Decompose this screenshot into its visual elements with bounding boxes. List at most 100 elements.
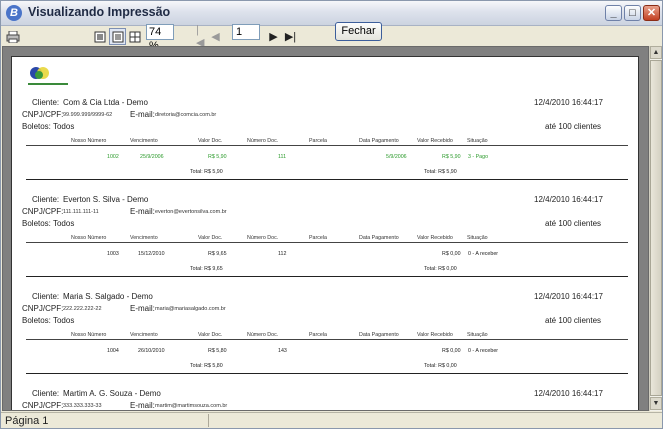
scroll-up-icon: ▲: [652, 49, 660, 56]
numero-doc-cell: 111: [278, 154, 287, 160]
col-header: Vencimento: [130, 138, 158, 144]
col-header: Nosso Número: [71, 332, 107, 338]
page-number-input[interactable]: 1: [232, 24, 260, 40]
scroll-down-icon: ▼: [652, 400, 660, 407]
scroll-up-button[interactable]: ▲: [650, 46, 662, 59]
title-bar[interactable]: B Visualizando Impressão _ □ ✕: [1, 1, 662, 26]
col-header: Valor Doc.: [198, 235, 223, 241]
previous-page-icon: ◀: [211, 31, 220, 43]
zoom-input[interactable]: 74 %: [146, 24, 174, 52]
one-page-view-button[interactable]: [93, 28, 107, 45]
close-icon: ✕: [646, 7, 657, 19]
status-divider: [208, 414, 209, 427]
cpf-value: 222.222.222-22: [63, 306, 102, 312]
status-page: Página 1: [5, 415, 49, 427]
minimize-button[interactable]: _: [605, 5, 622, 21]
cpf-value: 333.333.333-33: [63, 403, 102, 409]
boletos-filter: Boletos: Todos: [22, 122, 75, 131]
vencimento-cell: 25/9/2006: [140, 154, 164, 160]
nosso-numero-cell: 1002: [107, 154, 119, 160]
numero-doc-cell: 143: [278, 348, 287, 354]
client-block: Cliente: Martim A. G. Souza - Demo 12/4/…: [12, 389, 638, 410]
email-label: E-mail:: [130, 401, 155, 410]
client-block: Cliente: Com & Cia Ltda - Demo 12/4/2010…: [12, 98, 638, 195]
total-recebido: Total: R$ 5,90: [424, 169, 457, 175]
report-page: Cliente: Com & Cia Ltda - Demo 12/4/2010…: [11, 56, 639, 410]
report-datetime: 12/4/2010 16:44:17: [534, 98, 603, 107]
client-block: Cliente: Maria S. Salgado - Demo 12/4/20…: [12, 292, 638, 389]
single-page-icon: [94, 31, 106, 42]
total-doc: Total: R$ 9,65: [190, 266, 223, 272]
col-header: Situação: [467, 235, 488, 241]
multi-page-icon: [129, 31, 141, 42]
client-name: Everton S. Silva - Demo: [63, 195, 149, 204]
col-header: Parcela: [309, 138, 327, 144]
valor-recebido-cell: R$ 0,00: [442, 251, 461, 257]
col-header: Valor Recebido: [417, 138, 453, 144]
client-name: Com & Cia Ltda - Demo: [63, 98, 148, 107]
valor-recebido-cell: R$ 0,00: [442, 348, 461, 354]
col-header: Número Doc.: [247, 235, 279, 241]
valor-recebido-cell: R$ 5,90: [442, 154, 461, 160]
page-width-view-button[interactable]: [109, 28, 126, 45]
status-bar: Página 1: [1, 412, 662, 428]
total-doc: Total: R$ 5,90: [190, 169, 223, 175]
valor-doc-cell: R$ 9,65: [208, 251, 227, 257]
previous-page-button[interactable]: ◀: [211, 28, 220, 45]
multi-page-view-button[interactable]: [128, 28, 142, 45]
client-name: Maria S. Salgado - Demo: [63, 292, 153, 301]
col-header: Número Doc.: [247, 138, 279, 144]
first-page-button[interactable]: |◀: [196, 24, 206, 49]
email-value: everton@evertonsilva.com.br: [155, 209, 227, 215]
email-value: maria@mariasalgado.com.br: [155, 306, 226, 312]
preview-viewport[interactable]: Cliente: Com & Cia Ltda - Demo 12/4/2010…: [2, 46, 649, 411]
next-page-button[interactable]: ▶: [269, 28, 278, 45]
client-limit: até 100 clientes: [545, 316, 602, 325]
scroll-thumb[interactable]: [650, 60, 662, 396]
header-rule: [26, 339, 628, 340]
cpf-label: CNPJ/CPF:: [22, 207, 64, 216]
nosso-numero-cell: 1003: [107, 251, 119, 257]
client-separator: [26, 276, 628, 277]
client-limit: até 100 clientes: [545, 219, 602, 228]
client-limit: até 100 clientes: [545, 122, 602, 131]
maximize-button[interactable]: □: [624, 5, 641, 21]
col-header: Número Doc.: [247, 332, 279, 338]
scroll-down-button[interactable]: ▼: [650, 397, 662, 410]
printer-icon: [6, 30, 20, 43]
col-header: Valor Doc.: [198, 332, 223, 338]
col-header: Vencimento: [130, 332, 158, 338]
boletos-filter: Boletos: Todos: [22, 316, 75, 325]
email-label: E-mail:: [130, 110, 155, 119]
situacao-cell: 0 - A receber: [468, 348, 499, 354]
header-rule: [26, 145, 628, 146]
print-button[interactable]: [5, 28, 21, 45]
fechar-button[interactable]: Fechar: [335, 22, 382, 41]
report-datetime: 12/4/2010 16:44:17: [534, 195, 603, 204]
email-label: E-mail:: [130, 207, 155, 216]
col-header: Nosso Número: [71, 235, 107, 241]
valor-doc-cell: R$ 5,80: [208, 348, 227, 354]
company-logo: [28, 67, 68, 85]
total-recebido: Total: R$ 0,00: [424, 363, 457, 369]
cpf-value: 99.999.999/9999-62: [63, 112, 113, 118]
close-window-button[interactable]: ✕: [643, 5, 660, 21]
total-doc: Total: R$ 5,80: [190, 363, 223, 369]
valor-doc-cell: R$ 5,90: [208, 154, 227, 160]
maximize-icon: □: [629, 7, 636, 19]
data-pagamento-cell: 5/9/2006: [386, 154, 407, 160]
vencimento-cell: 15/12/2010: [138, 251, 165, 257]
last-page-icon: ▶|: [284, 31, 297, 43]
client-name: Martim A. G. Souza - Demo: [63, 389, 161, 398]
cliente-label: Cliente:: [32, 98, 60, 107]
cpf-label: CNPJ/CPF:: [22, 110, 64, 119]
client-separator: [26, 179, 628, 180]
last-page-button[interactable]: ▶|: [284, 28, 297, 45]
page-view-icon: [112, 31, 123, 42]
col-header: Valor Doc.: [198, 138, 223, 144]
col-header: Vencimento: [130, 235, 158, 241]
cpf-label: CNPJ/CPF:: [22, 401, 64, 410]
boletos-filter: Boletos: Todos: [22, 219, 75, 228]
cliente-label: Cliente:: [32, 389, 60, 398]
vertical-scrollbar[interactable]: ▲ ▼: [649, 46, 662, 411]
